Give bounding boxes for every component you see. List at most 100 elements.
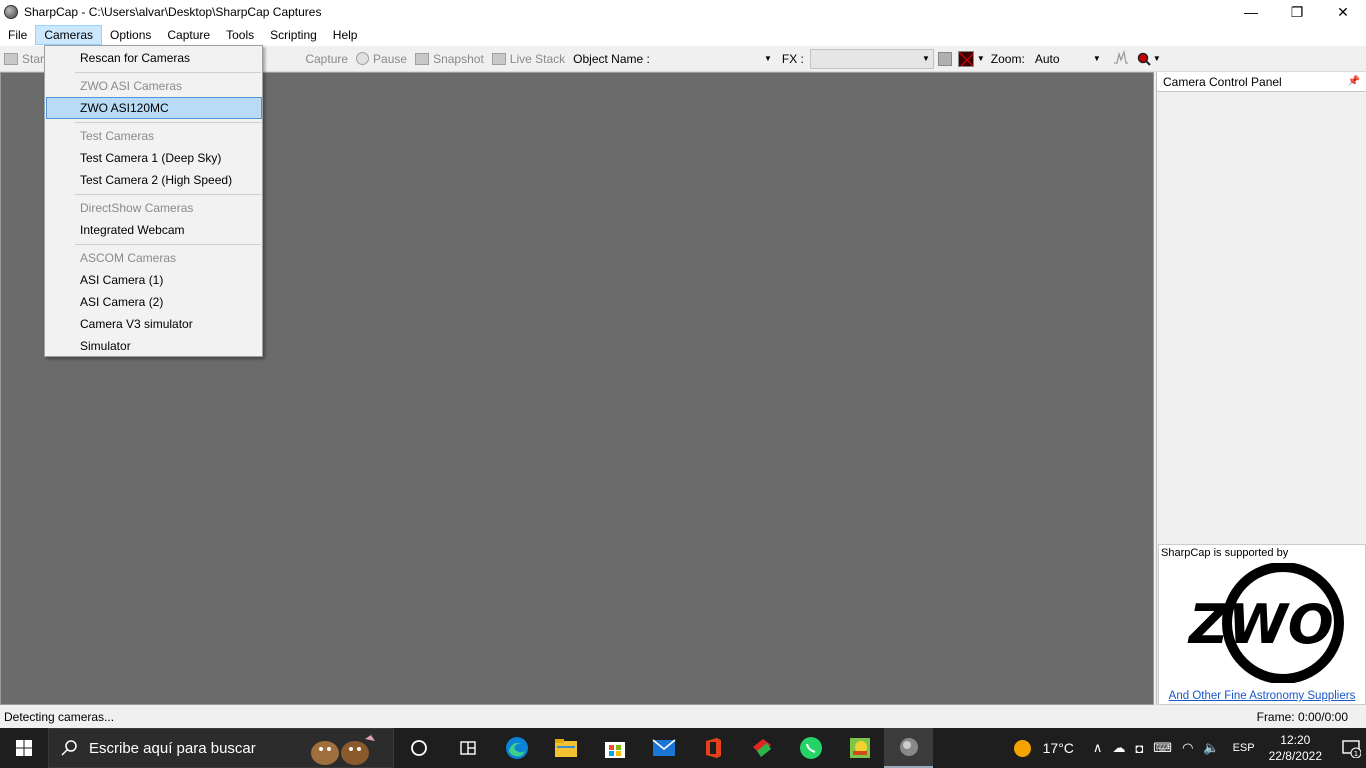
- menu-item-camera-v3-simulator[interactable]: Camera V3 simulator: [46, 313, 262, 335]
- status-bar: Detecting cameras... Frame: 0:00/0:00: [0, 705, 1366, 729]
- chevron-down-icon: ▼: [1092, 54, 1101, 63]
- menu-separator: [75, 194, 261, 195]
- clock-time: 12:20: [1280, 733, 1311, 747]
- notification-center-icon[interactable]: 1: [1336, 738, 1366, 758]
- windows-logo-icon: [16, 740, 32, 756]
- fx-label: FX :: [781, 51, 804, 66]
- edge-browser-icon[interactable]: [492, 728, 541, 768]
- camera-control-panel: Camera Control Panel 📌 SharpCap is suppo…: [1156, 72, 1366, 705]
- notification-count: 1: [1354, 750, 1358, 758]
- sharpcap-taskbar-icon[interactable]: [884, 728, 933, 768]
- zoom-select[interactable]: Auto ▼: [1031, 49, 1105, 69]
- microsoft-store-icon[interactable]: [590, 728, 639, 768]
- zoom-tool-icon[interactable]: ▼: [1137, 52, 1161, 66]
- menu-item-asi-camera-1[interactable]: ASI Camera (1): [46, 269, 262, 291]
- widgets-icon[interactable]: [443, 728, 492, 768]
- close-button[interactable]: ✕: [1320, 0, 1366, 24]
- fx-select[interactable]: ▼: [809, 48, 934, 69]
- panel-header: Camera Control Panel 📌: [1157, 72, 1366, 92]
- menu-help[interactable]: Help: [325, 25, 366, 45]
- task-view-icon[interactable]: [394, 728, 443, 768]
- window-controls: — ❐ ✕: [1228, 0, 1366, 24]
- zwo-logo-text: ZWO: [1187, 593, 1334, 656]
- object-name-label: Object Name :: [573, 51, 650, 66]
- sponsor-box: SharpCap is supported by ZWO And Other F…: [1158, 544, 1366, 705]
- zoom-label: Zoom:: [990, 51, 1025, 66]
- app-icon-colorful[interactable]: [737, 728, 786, 768]
- capture-button[interactable]: Capture: [305, 52, 348, 66]
- cloud-icon[interactable]: ☁: [1112, 740, 1125, 756]
- snapshot-button[interactable]: Snapshot: [415, 52, 484, 66]
- whatsapp-icon[interactable]: [786, 728, 835, 768]
- chevron-down-icon: ▼: [921, 54, 930, 63]
- clock-date: 22/8/2022: [1268, 749, 1322, 763]
- menu-item-integrated-webcam[interactable]: Integrated Webcam: [46, 219, 262, 241]
- live-stack-button[interactable]: Live Stack: [491, 52, 565, 66]
- speaker-icon[interactable]: 🔈: [1203, 740, 1219, 756]
- language-indicator[interactable]: ESP: [1233, 742, 1255, 754]
- search-placeholder: Escribe aquí para buscar: [89, 739, 256, 757]
- pause-icon: [356, 52, 370, 65]
- menu-item-simulator[interactable]: Simulator: [46, 335, 262, 357]
- start-capture-button[interactable]: Start: [4, 52, 47, 66]
- camera-tray-icon[interactable]: ◘: [1135, 741, 1143, 756]
- menu-separator: [75, 244, 261, 245]
- mail-icon[interactable]: [639, 728, 688, 768]
- menu-separator: [75, 122, 261, 123]
- menu-scripting[interactable]: Scripting: [262, 25, 325, 45]
- menu-bar: File Cameras Options Capture Tools Scrip…: [0, 24, 1366, 46]
- menu-header-test: Test Cameras: [80, 129, 155, 143]
- menu-item-test-camera-2[interactable]: Test Camera 2 (High Speed): [46, 169, 262, 191]
- zwo-logo: ZWO: [1187, 563, 1344, 683]
- window-title: SharpCap - C:\Users\alvar\Desktop\SharpC…: [24, 5, 322, 19]
- chevron-down-icon[interactable]: ▼: [977, 54, 985, 63]
- menu-cameras[interactable]: Cameras: [35, 25, 103, 45]
- status-message: Detecting cameras...: [4, 710, 115, 724]
- object-name-combo[interactable]: ▼: [656, 49, 776, 69]
- chevron-down-icon: ▼: [763, 54, 772, 63]
- menu-item-asi-camera-2[interactable]: ASI Camera (2): [46, 291, 262, 313]
- input-method-icon[interactable]: ⌨: [1153, 740, 1172, 756]
- pause-button[interactable]: Pause: [356, 52, 407, 66]
- clock[interactable]: 12:20 22/8/2022: [1269, 732, 1322, 764]
- chevron-up-icon[interactable]: ∧: [1093, 740, 1103, 756]
- frame-counter: Frame: 0:00/0:00: [1256, 710, 1348, 724]
- windows-taskbar: Escribe aquí para buscar 17°C ∧ ☁ ◘ ⌨ ◠ …: [0, 728, 1366, 768]
- live-stack-icon: [491, 52, 506, 65]
- restore-button[interactable]: ❐: [1274, 0, 1320, 24]
- menu-item-zwo-asi120mc[interactable]: ZWO ASI120MC: [46, 97, 262, 119]
- minimize-button[interactable]: —: [1228, 0, 1274, 24]
- menu-header-directshow: DirectShow Cameras: [80, 201, 194, 215]
- start-button[interactable]: [0, 728, 48, 768]
- sponsor-link[interactable]: And Other Fine Astronomy Suppliers: [1159, 690, 1365, 702]
- title-bar: SharpCap - C:\Users\alvar\Desktop\SharpC…: [0, 0, 1366, 24]
- sharpcap-app-icon: [4, 5, 18, 19]
- menu-file[interactable]: File: [0, 25, 35, 45]
- wifi-icon[interactable]: ◠: [1182, 740, 1193, 756]
- temperature: 17°C: [1042, 740, 1074, 756]
- menu-item-test-camera-1[interactable]: Test Camera 1 (Deep Sky): [46, 147, 262, 169]
- crosshair-icon[interactable]: [957, 50, 974, 67]
- search-highlight-illustration-icon: [311, 735, 375, 765]
- game-app-icon[interactable]: [835, 728, 884, 768]
- color-swatch-icon[interactable]: [937, 51, 952, 66]
- pin-icon[interactable]: 📌: [1348, 76, 1360, 87]
- system-tray: 17°C ∧ ☁ ◘ ⌨ ◠ 🔈 ESP 12:20 22/8/2022 1: [1013, 728, 1366, 768]
- office-icon[interactable]: [688, 728, 737, 768]
- menu-capture[interactable]: Capture: [159, 25, 218, 45]
- menu-tools[interactable]: Tools: [218, 25, 262, 45]
- sun-icon: [1013, 739, 1031, 757]
- menu-options[interactable]: Options: [102, 25, 159, 45]
- cameras-dropdown-menu: Rescan for Cameras ZWO ASI Cameras ZWO A…: [44, 45, 263, 357]
- menu-item-rescan-cameras[interactable]: Rescan for Cameras: [46, 47, 262, 69]
- taskbar-search-box[interactable]: Escribe aquí para buscar: [48, 728, 394, 768]
- menu-header-ascom: ASCOM Cameras: [80, 251, 177, 265]
- menu-separator: [75, 72, 261, 73]
- panel-title: Camera Control Panel: [1163, 74, 1282, 89]
- file-explorer-icon[interactable]: [541, 728, 590, 768]
- search-icon: [61, 740, 77, 756]
- menu-header-zwo: ZWO ASI Cameras: [80, 79, 183, 93]
- camera-icon: [4, 52, 18, 65]
- weather-widget[interactable]: 17°C: [1013, 739, 1074, 757]
- histogram-icon[interactable]: [1113, 49, 1129, 67]
